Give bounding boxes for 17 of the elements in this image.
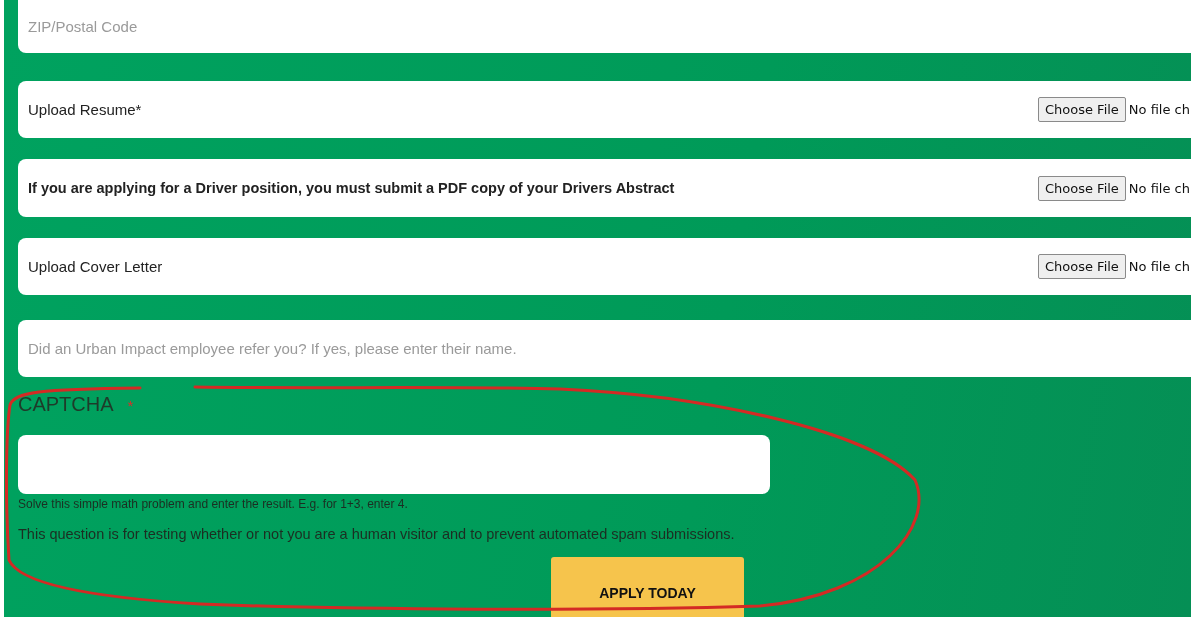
text-field[interactable]: Did an Urban Impact employee refer you? If yes, please enter their name. [18, 319, 1191, 378]
file-status: No file ch [1127, 258, 1191, 274]
apply-button[interactable]: APPLY TODAY [551, 557, 744, 617]
upload-label: Upload Resume* [28, 101, 143, 119]
required-mark: * [127, 397, 134, 415]
captcha-input[interactable] [18, 434, 770, 494]
captcha-note: This question is for testing whether or not you are a human visitor and to prevent automated spam submissions. [18, 526, 736, 542]
upload-label: Upload Cover Letter [28, 257, 164, 275]
upload-label: If you are applying for a Driver position, you must submit a PDF copy of your Drivers Abstract [28, 180, 676, 197]
file-status: No file ch [1127, 102, 1191, 118]
text-field[interactable]: ZIP/Postal Code [18, 0, 1191, 54]
choose-file-button[interactable]: Choose File [1037, 97, 1126, 123]
captcha-help: Solve this simple math problem and enter the result. E.g. for 1+3, enter 4. [18, 497, 409, 511]
choose-file-button[interactable]: Choose File [1037, 253, 1126, 279]
file-status: No file ch [1127, 180, 1191, 196]
captcha-label: CAPTCHA [18, 393, 114, 417]
choose-file-button[interactable]: Choose File [1037, 175, 1126, 201]
